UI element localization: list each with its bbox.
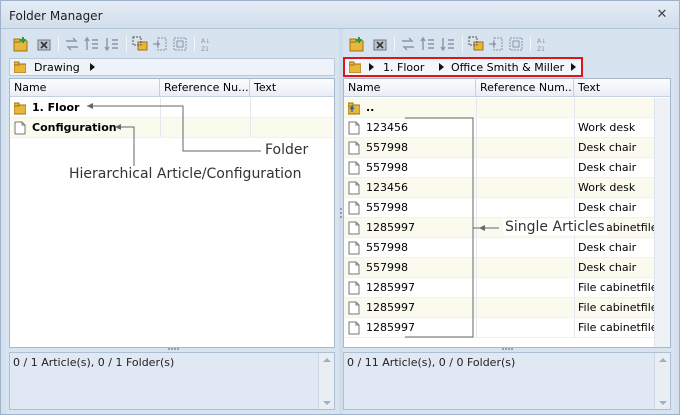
annotation-lines <box>87 103 499 338</box>
folder-manager-window: Folder Manager ✕ A↓ Z1 Drawing Name Refe… <box>0 0 680 415</box>
